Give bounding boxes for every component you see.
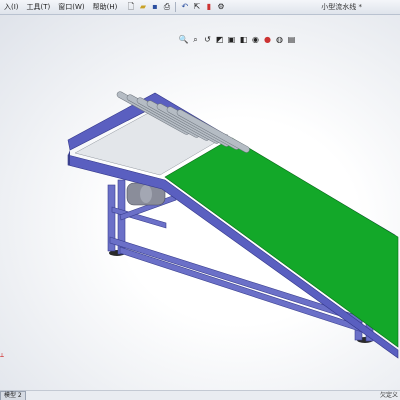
status-bar: 模型 2 欠定义 (0, 390, 400, 400)
section-view-icon[interactable]: ◩ (214, 34, 225, 45)
new-file-icon[interactable]: 🗋 (125, 2, 136, 13)
menu-tools[interactable]: 工具(T) (23, 2, 55, 12)
zoom-fit-icon[interactable]: 🔍 (178, 34, 189, 45)
select-icon[interactable]: ⇱ (191, 2, 202, 13)
scene-icon[interactable]: ◍ (274, 34, 285, 45)
zoom-area-icon[interactable]: ⌕ (190, 34, 201, 45)
graphics-area[interactable] (0, 15, 400, 391)
rebuild-icon[interactable]: ▮ (203, 2, 214, 13)
menu-window[interactable]: 窗口(W) (54, 2, 88, 12)
previous-view-icon[interactable]: ↺ (202, 34, 213, 45)
frame-end-cap (68, 150, 70, 165)
view-settings-icon[interactable]: ▤ (286, 34, 297, 45)
display-style-icon[interactable]: ◧ (238, 34, 249, 45)
hide-show-icon[interactable]: ◉ (250, 34, 261, 45)
save-icon[interactable]: ▪ (149, 2, 160, 13)
undo-icon[interactable]: ↶ (179, 2, 190, 13)
options-icon[interactable]: ⚙ (215, 2, 226, 13)
view-toolbar: 🔍 ⌕ ↺ ◩ ▣ ◧ ◉ ● ◍ ▤ (178, 34, 297, 45)
axis-triad: ⟂ (0, 352, 5, 359)
toolbar-separator (175, 2, 177, 12)
conveyor-model (67, 91, 399, 359)
menu-help[interactable]: 帮助(H) (89, 2, 122, 12)
edit-appearance-icon[interactable]: ● (262, 34, 273, 45)
print-icon[interactable]: ⎙ (161, 2, 172, 13)
model-tab[interactable]: 模型 2 (0, 391, 26, 400)
menu-bar: 入(I) 工具(T) 窗口(W) 帮助(H) 🗋 ▰ ▪ ⎙ ↶ ⇱ ▮ ⚙ 小… (0, 0, 400, 15)
status-text: 欠定义 (379, 392, 398, 399)
document-title: 小型流水线 * (321, 3, 362, 11)
menu-insert[interactable]: 入(I) (0, 2, 23, 12)
conveyor-belt (164, 137, 399, 348)
view-orientation-icon[interactable]: ▣ (226, 34, 237, 45)
standard-toolbar: 🗋 ▰ ▪ ⎙ ↶ ⇱ ▮ ⚙ (125, 2, 226, 13)
open-icon[interactable]: ▰ (137, 2, 148, 13)
